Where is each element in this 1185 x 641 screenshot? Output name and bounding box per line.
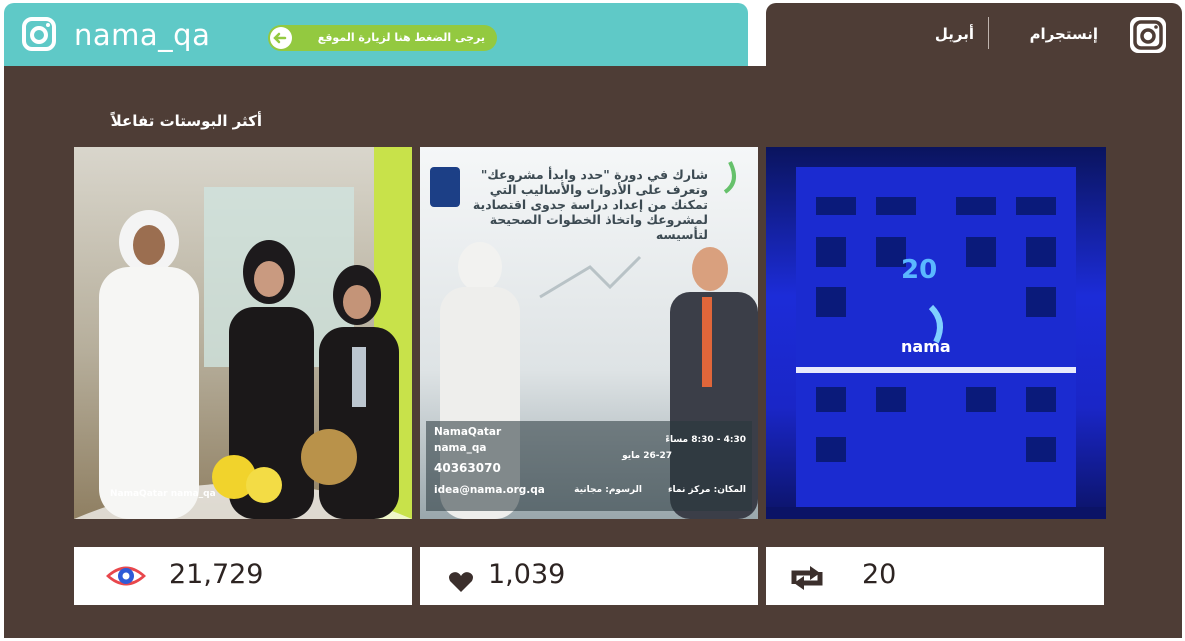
building-photo [766, 167, 1106, 519]
post1-footer: NamaQatar nama_qa [110, 489, 216, 499]
account-tab: nama_qa يرجى الضغط هنا لزيارة الموقع [4, 3, 748, 69]
section-title: أكثر البوستات تفاعلاً [110, 112, 262, 130]
heart-icon [449, 572, 473, 592]
post2-phone: 40363070 [434, 461, 501, 475]
post2-time: 4:30 - 8:30 مساءً [665, 435, 746, 445]
likes-count: 1,039 [488, 559, 566, 590]
post2-email: idea@nama.org.qa [434, 484, 545, 496]
account-handle: nama_qa [74, 18, 211, 52]
visit-website-button[interactable]: يرجى الضغط هنا لزيارة الموقع [268, 25, 497, 51]
divider [988, 17, 989, 49]
post2-date: 26-27 مايو [622, 451, 672, 461]
likes-stat: 1,039 [420, 547, 758, 605]
post3-number: 20 [901, 255, 938, 285]
eye-icon [106, 566, 146, 586]
post3-brand: nama [901, 337, 951, 356]
repost-icon [791, 566, 823, 590]
post-image-3[interactable]: 20 nama [766, 147, 1106, 519]
arrow-left-icon [270, 27, 292, 49]
instagram-icon [22, 17, 56, 51]
post2-info-strip: NamaQatar nama_qa 40363070 idea@nama.org… [426, 421, 752, 511]
post2-headline: شارك في دورة "حدد وابدأ مشروعك" وتعرف عل… [472, 167, 708, 242]
main-panel: أكثر البوستات تفاعلاً NamaQatar nama_qa … [4, 66, 1182, 638]
visit-website-label: يرجى الضغط هنا لزيارة الموقع [317, 31, 485, 44]
post2-social2: nama_qa [434, 442, 487, 454]
instagram-icon [1130, 17, 1166, 53]
post2-fees: الرسوم: مجانية [574, 485, 642, 495]
platform-title: إنستجرام [1029, 25, 1098, 43]
post-image-2[interactable]: شارك في دورة "حدد وابدأ مشروعك" وتعرف عل… [420, 147, 758, 519]
post2-place: المكان: مركز نماء [667, 485, 746, 495]
views-stat: 21,729 [74, 547, 412, 605]
post-image-1[interactable]: NamaQatar nama_qa [74, 147, 412, 519]
post2-social: NamaQatar [434, 426, 502, 438]
platform-tab: إنستجرام أبريل [766, 3, 1182, 69]
reposts-stat: 20 [766, 547, 1104, 605]
event-photo [74, 147, 412, 519]
views-count: 21,729 [169, 559, 264, 590]
reposts-count: 20 [862, 559, 897, 590]
month-label: أبريل [934, 25, 974, 43]
